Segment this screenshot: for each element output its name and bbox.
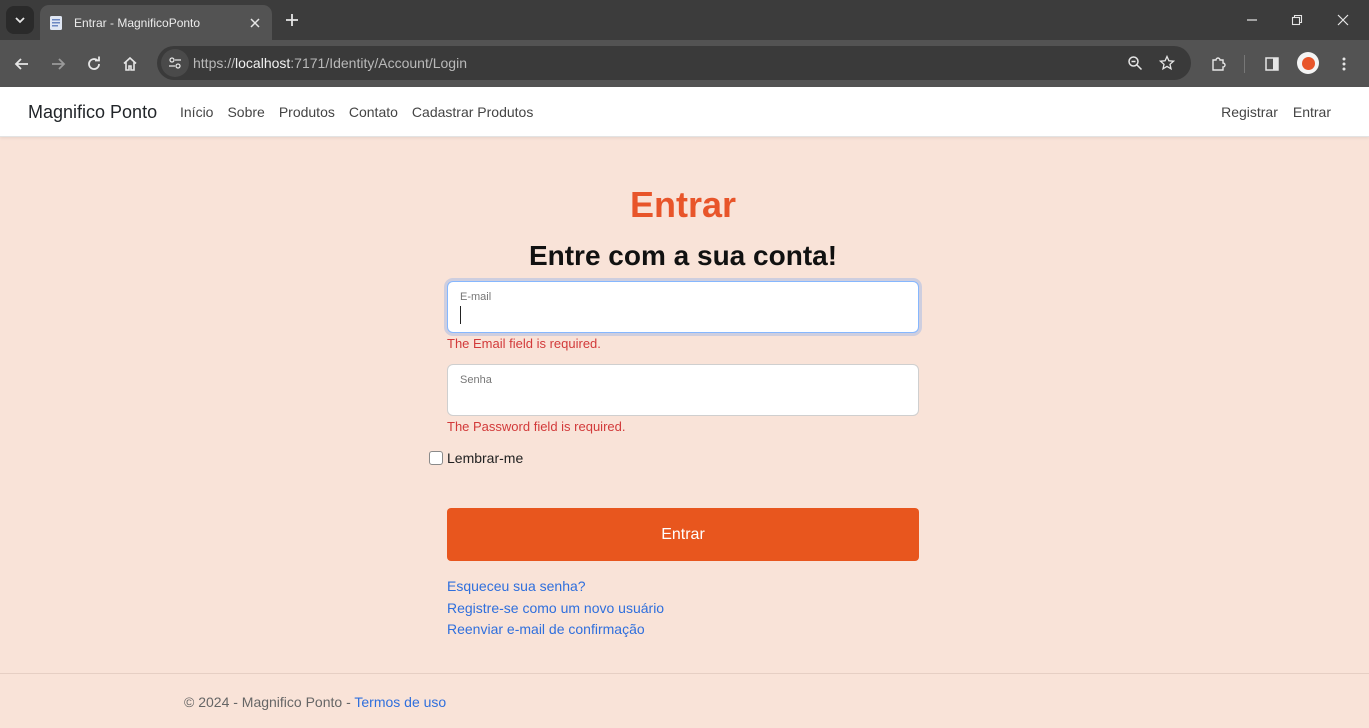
- tab-search-button[interactable]: [6, 6, 34, 34]
- password-field[interactable]: Senha: [447, 364, 919, 416]
- text-caret: [460, 306, 461, 324]
- profile-avatar[interactable]: [1297, 52, 1319, 74]
- nav-link-entrar[interactable]: Entrar: [1293, 104, 1331, 120]
- tune-icon: [169, 57, 181, 69]
- footer-text: © 2024 - Magnifico Ponto -: [184, 694, 355, 710]
- email-input[interactable]: [459, 306, 907, 326]
- remember-checkbox[interactable]: [429, 451, 443, 465]
- zoom-button[interactable]: [1123, 51, 1147, 75]
- forward-button[interactable]: [44, 50, 72, 78]
- remember-me[interactable]: Lembrar-me: [429, 450, 523, 466]
- side-panel-icon: [1265, 57, 1279, 71]
- bookmark-button[interactable]: [1155, 51, 1179, 75]
- password-input[interactable]: [459, 389, 907, 409]
- document-icon: [50, 15, 62, 30]
- email-label: E-mail: [460, 291, 492, 303]
- reload-button[interactable]: [80, 50, 108, 78]
- nav-link-sobre[interactable]: Sobre: [227, 104, 264, 120]
- more-vertical-icon: [1342, 57, 1346, 71]
- page-subtitle: Entre com a sua conta!: [528, 240, 838, 271]
- url-scheme: https://: [193, 55, 236, 71]
- toolbar-divider: [1244, 55, 1245, 73]
- arrow-left-icon: [14, 58, 28, 70]
- footer-divider: [0, 673, 1369, 674]
- page-title: Entrar: [629, 184, 737, 225]
- browser-tab-active[interactable]: Entrar - MagnificoPonto: [40, 5, 272, 40]
- extensions-button[interactable]: [1204, 50, 1232, 78]
- tab-title: Entrar - MagnificoPonto: [74, 15, 201, 30]
- forgot-password-link[interactable]: Esqueceu sua senha?: [447, 578, 586, 594]
- nav-link-registrar[interactable]: Registrar: [1221, 104, 1278, 120]
- restore-button[interactable]: [1283, 6, 1311, 34]
- url-text: https://localhost:7171/Identity/Account/…: [193, 55, 467, 71]
- email-error: The Email field is required.: [447, 336, 601, 351]
- restore-icon: [1291, 14, 1303, 26]
- address-bar[interactable]: https://localhost:7171/Identity/Account/…: [157, 46, 1191, 80]
- nav-link-produtos[interactable]: Produtos: [279, 104, 335, 120]
- close-window-button[interactable]: [1329, 6, 1357, 34]
- star-icon: [1159, 55, 1175, 71]
- nav-link-inicio[interactable]: Início: [180, 104, 213, 120]
- puzzle-icon: [1212, 57, 1226, 71]
- site-footer: © 2024 - Magnifico Ponto - Termos de uso: [184, 694, 446, 710]
- browser-tabbar: Entrar - MagnificoPonto: [0, 0, 1369, 40]
- close-icon: [250, 17, 260, 28]
- reload-icon: [88, 56, 100, 70]
- nav-link-contato[interactable]: Contato: [349, 104, 398, 120]
- browser-toolbar: https://localhost:7171/Identity/Account/…: [0, 40, 1369, 87]
- close-icon: [1337, 14, 1349, 26]
- site-info-button[interactable]: [161, 49, 189, 77]
- new-tab-button[interactable]: [280, 8, 304, 32]
- register-link[interactable]: Registre-se como um novo usuário: [447, 600, 664, 616]
- nav-link-cadastrar-produtos[interactable]: Cadastrar Produtos: [412, 104, 533, 120]
- plus-icon: [286, 14, 298, 26]
- tab-close-button[interactable]: [246, 14, 264, 32]
- password-label: Senha: [460, 374, 492, 386]
- minimize-icon: [1247, 19, 1257, 21]
- minimize-button[interactable]: [1238, 6, 1266, 34]
- password-error: The Password field is required.: [447, 419, 626, 434]
- navbar-links: Início Sobre Produtos Contato Cadastrar …: [180, 104, 547, 120]
- home-icon: [123, 56, 137, 71]
- resend-confirmation-link[interactable]: Reenviar e-mail de confirmação: [447, 621, 645, 637]
- chevron-down-icon: [15, 17, 25, 24]
- remember-label: Lembrar-me: [447, 450, 524, 466]
- home-button[interactable]: [116, 50, 144, 78]
- navbar-auth-links: Registrar Entrar: [1206, 104, 1331, 120]
- side-panel-button[interactable]: [1258, 50, 1286, 78]
- url-path: :7171/Identity/Account/Login: [290, 55, 467, 71]
- navbar-brand[interactable]: Magnifico Ponto: [28, 102, 157, 123]
- site-navbar: Magnifico Ponto Início Sobre Produtos Co…: [0, 87, 1369, 137]
- avatar-icon: [1301, 56, 1315, 70]
- email-field[interactable]: E-mail: [447, 281, 919, 333]
- url-host: localhost: [235, 55, 291, 71]
- arrow-right-icon: [52, 58, 66, 70]
- zoom-icon: [1128, 56, 1143, 71]
- terms-link[interactable]: Termos de uso: [354, 694, 446, 710]
- back-button[interactable]: [8, 50, 36, 78]
- browser-menu-button[interactable]: [1330, 50, 1358, 78]
- login-submit-button[interactable]: Entrar: [447, 508, 919, 561]
